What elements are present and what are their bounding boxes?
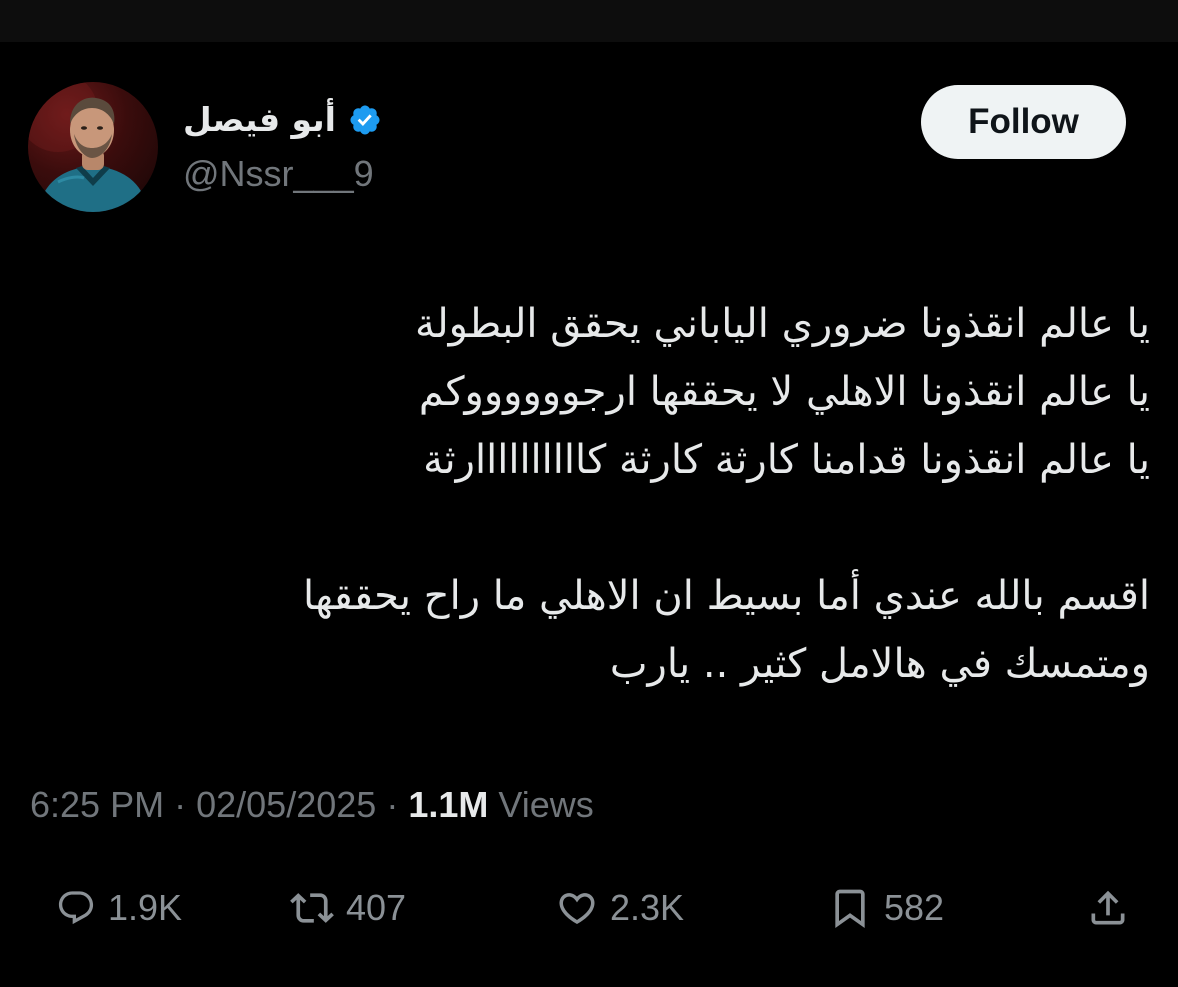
like-button[interactable]: 2.3K <box>556 878 684 938</box>
tweet-line: ومتمسك في هالامل كثير .. يارب <box>609 641 1150 687</box>
tweet-line: يا عالم انقذونا الاهلي لا يحققها ارجوووو… <box>418 369 1150 415</box>
bookmark-button[interactable]: 582 <box>828 878 944 938</box>
heart-icon <box>559 893 595 925</box>
user-handle[interactable]: @Nssr___9 <box>183 152 374 196</box>
meta-separator: · <box>386 784 399 825</box>
tweet-meta: 6:25 PM · 02/05/2025 · 1.1M Views <box>30 782 594 828</box>
tweet-time[interactable]: 6:25 PM <box>30 784 164 825</box>
bookmark-icon <box>835 889 865 929</box>
tweet-date[interactable]: 02/05/2025 <box>196 784 376 825</box>
repost-arrows-icon <box>290 893 334 923</box>
tweet-line: يا عالم انقذونا قدامنا كارثة كارثة كاااا… <box>423 437 1150 483</box>
tweet-line: يا عالم انقذونا ضروري الياباني يحقق البط… <box>415 301 1150 347</box>
follow-button[interactable]: Follow <box>921 85 1126 159</box>
views-label: Views <box>498 784 594 825</box>
speech-bubble-icon <box>58 891 94 925</box>
views-count: 1.1M <box>408 784 489 825</box>
top-bar <box>0 0 1178 42</box>
like-count: 2.3K <box>610 887 685 928</box>
meta-separator: · <box>174 784 187 825</box>
avatar-photo <box>28 82 148 212</box>
bookmark-count: 582 <box>884 887 945 928</box>
share-button[interactable] <box>1086 878 1130 938</box>
verified-badge-icon <box>350 105 380 135</box>
avatar[interactable] <box>28 82 158 212</box>
reply-count: 1.9K <box>108 887 183 928</box>
repost-count: 407 <box>346 887 407 928</box>
user-name-row: أبو فيصل <box>183 98 382 142</box>
tweet-text: يا عالم انقذونا ضروري الياباني يحقق البط… <box>150 290 1150 698</box>
share-upload-icon <box>1091 890 1125 925</box>
tweet-line: اقسم بالله عندي أما بسيط ان الاهلي ما را… <box>303 573 1150 619</box>
reply-button[interactable]: 1.9K <box>56 878 182 938</box>
display-name[interactable]: أبو فيصل <box>183 98 336 142</box>
repost-button[interactable]: 407 <box>290 878 406 938</box>
